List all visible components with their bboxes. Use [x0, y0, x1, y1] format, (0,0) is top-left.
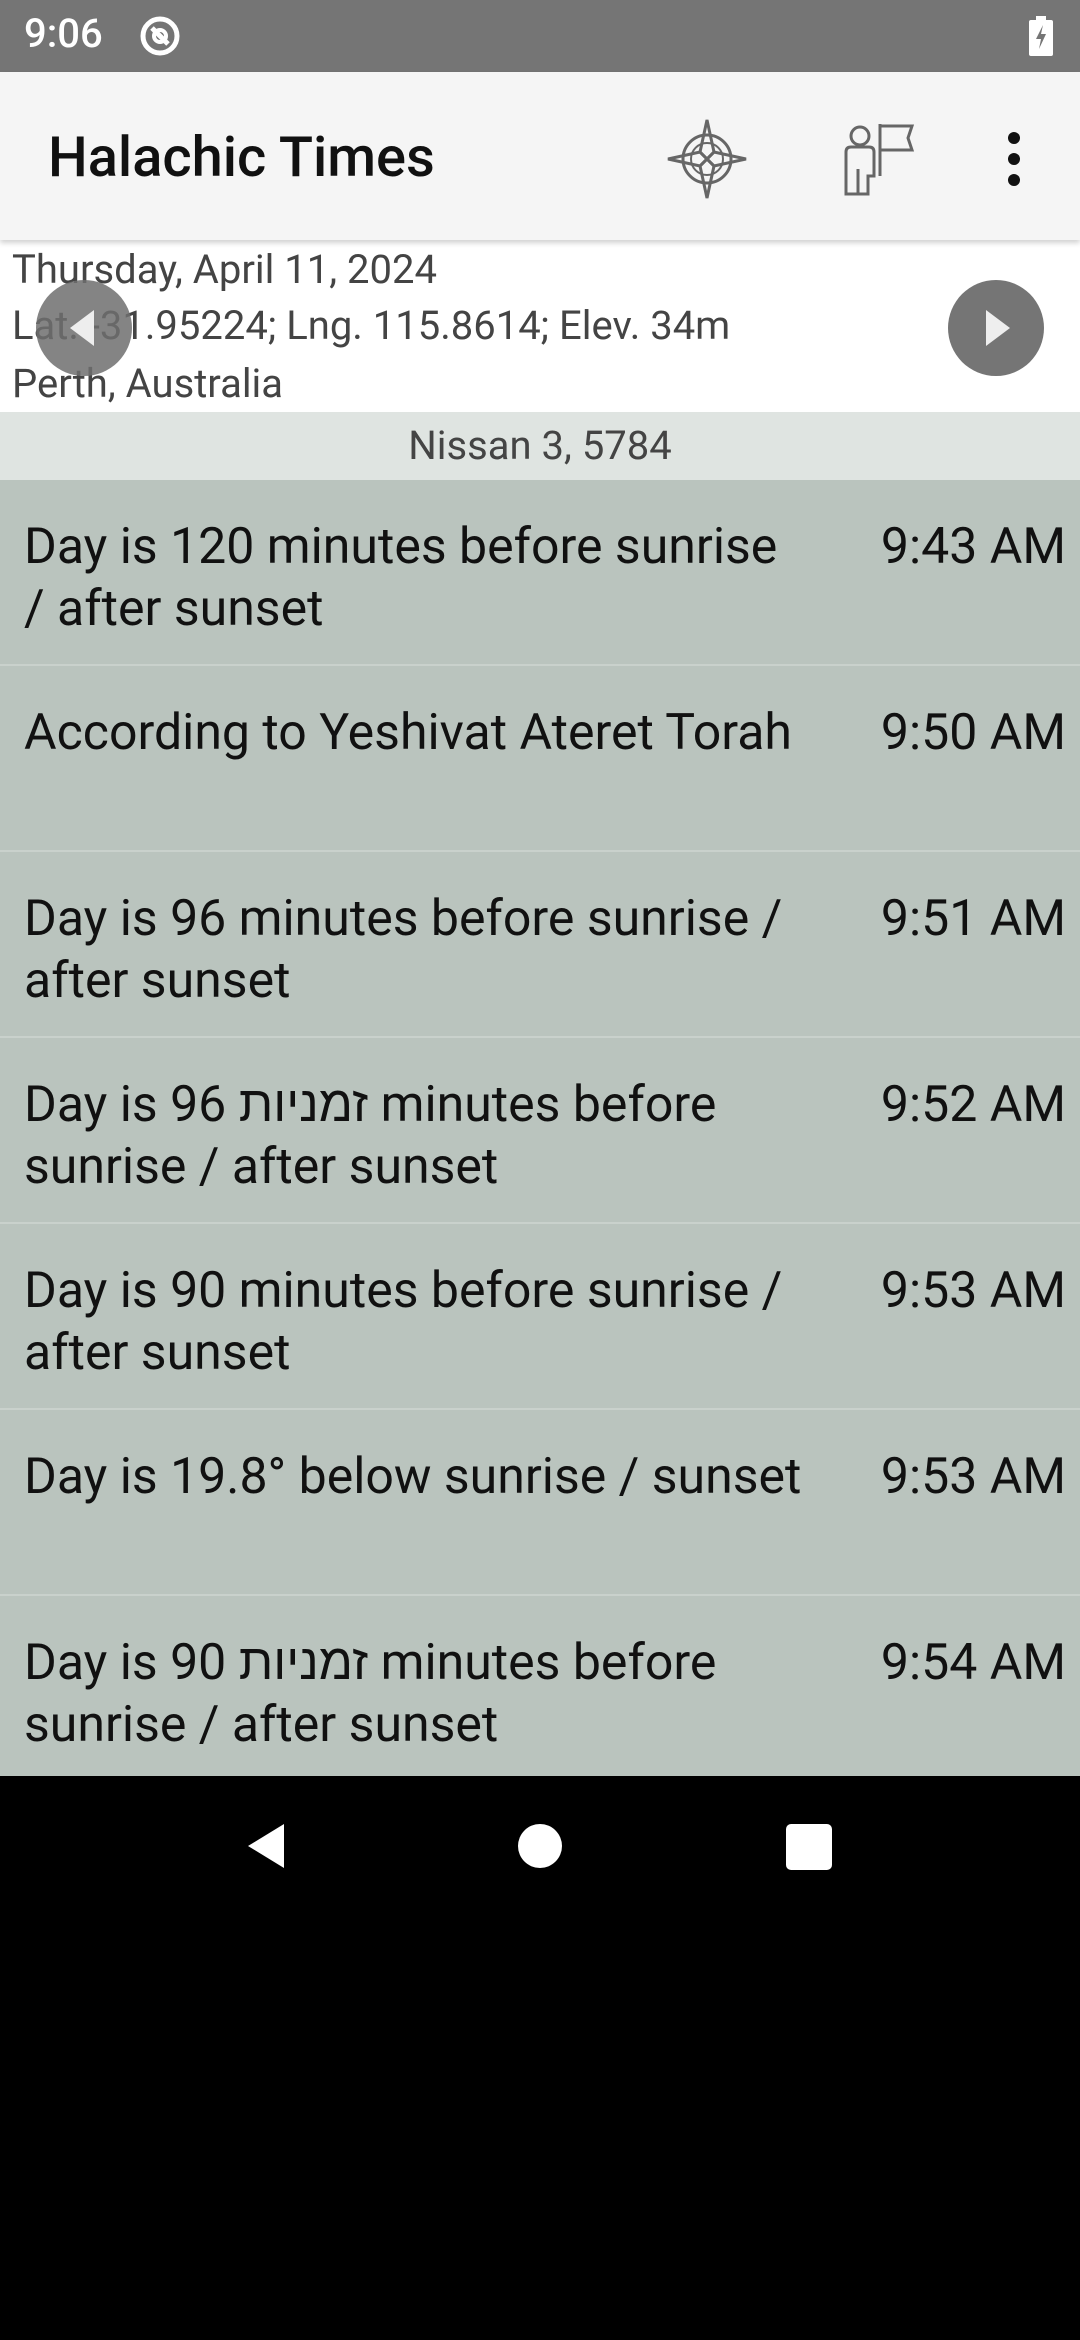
time-label: Day is 96 זמניות minutes before sunrise … [24, 1076, 717, 1196]
time-value: 9:53 AM [880, 1262, 1066, 1320]
list-item[interactable]: Day is 19.8° below sunrise / sunset 9:53… [0, 1410, 1080, 1596]
time-value: 9:52 AM [880, 1076, 1066, 1134]
list-item[interactable]: Day is 90 זמניות minutes before sunrise … [0, 1596, 1080, 1776]
compass-icon [667, 119, 747, 199]
compass-button[interactable] [662, 114, 752, 204]
time-value: 9:53 AM [880, 1448, 1066, 1506]
time-value: 9:50 AM [880, 704, 1066, 762]
time-label: Day is 90 minutes before sunrise / after… [24, 1262, 783, 1382]
battery-charging-icon [1029, 16, 1053, 56]
list-item[interactable]: Day is 96 זמניות minutes before sunrise … [0, 1038, 1080, 1224]
times-list[interactable]: Day is 120 minutes before sunrise / afte… [0, 480, 1080, 1776]
back-icon[interactable] [240, 1820, 292, 1872]
hebrew-date: Nissan 3, 5784 [0, 412, 1080, 480]
previous-day-button[interactable] [36, 280, 132, 376]
system-navigation-bar [0, 1776, 1080, 1916]
chevron-left-icon [70, 310, 94, 346]
sync-icon [140, 16, 180, 56]
overflow-menu-button[interactable] [990, 114, 1038, 204]
time-label: Day is 90 זמניות minutes before sunrise … [24, 1634, 717, 1754]
list-item[interactable]: Day is 90 minutes before sunrise / after… [0, 1224, 1080, 1410]
list-item[interactable]: Day is 120 minutes before sunrise / afte… [0, 480, 1080, 666]
location-icon [844, 124, 915, 196]
time-value: 9:43 AM [880, 518, 1066, 576]
status-bar: 9:06 [0, 0, 1080, 72]
recents-icon[interactable] [786, 1824, 832, 1870]
app-title: Halachic Times [48, 124, 435, 190]
time-value: 9:54 AM [880, 1634, 1066, 1692]
time-label: Day is 120 minutes before sunrise / afte… [24, 518, 778, 638]
status-time: 9:06 [24, 10, 103, 57]
home-icon[interactable] [518, 1824, 562, 1868]
app-bar: Halachic Times [0, 72, 1080, 240]
list-item[interactable]: According to Yeshivat Ateret Torah 9:50 … [0, 666, 1080, 852]
time-label: According to Yeshivat Ateret Torah [24, 704, 792, 762]
location-header: Thursday, April 11, 2024 Lat. -31.95224;… [0, 240, 1080, 412]
more-vert-icon [1008, 132, 1020, 186]
time-value: 9:51 AM [880, 890, 1066, 948]
next-day-button[interactable] [948, 280, 1044, 376]
time-label: Day is 19.8° below sunrise / sunset [24, 1448, 802, 1506]
list-item[interactable]: Day is 96 minutes before sunrise / after… [0, 852, 1080, 1038]
time-label: Day is 96 minutes before sunrise / after… [24, 890, 783, 1010]
chevron-right-icon [986, 310, 1010, 346]
location-button[interactable] [832, 114, 922, 204]
